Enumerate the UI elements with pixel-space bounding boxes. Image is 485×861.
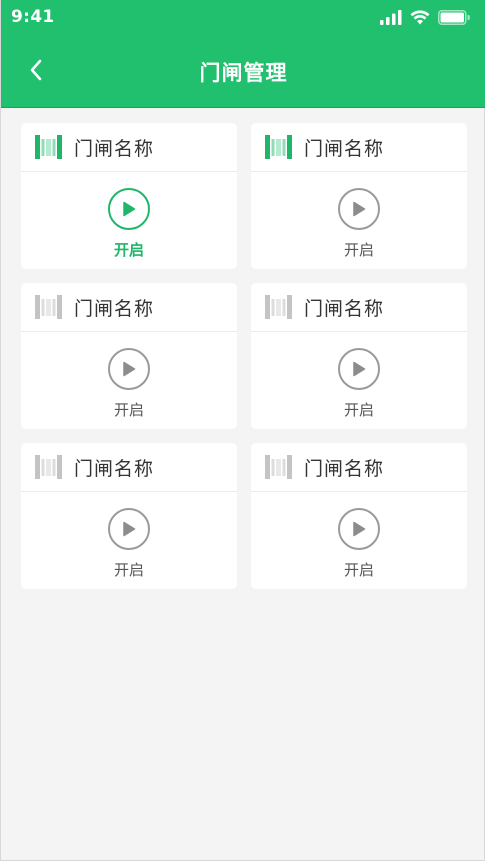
play-icon: [353, 521, 366, 537]
gate-name: 门闸名称: [74, 457, 155, 480]
play-icon: [123, 201, 136, 217]
play-icon: [353, 361, 366, 377]
play-icon: [123, 521, 136, 537]
open-gate-label[interactable]: 开启: [21, 559, 237, 580]
gate-card: 门闸名称 开启: [21, 123, 237, 269]
gate-card: 门闸名称 开启: [251, 123, 467, 269]
open-gate-button[interactable]: [338, 188, 380, 230]
gate-card: 门闸名称 开启: [21, 283, 237, 429]
gate-name: 门闸名称: [304, 457, 385, 480]
gate-name: 门闸名称: [304, 137, 385, 160]
status-icons: [380, 8, 470, 26]
app-header: 9:41 门闸管理: [1, 0, 485, 108]
gate-icon: [265, 135, 292, 159]
gate-icon: [35, 135, 62, 159]
gate-card: 门闸名称 开启: [251, 443, 467, 589]
open-gate-button[interactable]: [338, 508, 380, 550]
open-gate-button[interactable]: [338, 348, 380, 390]
open-gate-label[interactable]: 开启: [251, 559, 467, 580]
open-gate-button[interactable]: [108, 508, 150, 550]
open-gate-label[interactable]: 开启: [21, 399, 237, 420]
gate-name: 门闸名称: [74, 137, 155, 160]
play-icon: [353, 201, 366, 217]
gate-card-header: 门闸名称: [251, 443, 467, 492]
battery-icon: [438, 9, 470, 25]
gate-icon: [265, 295, 292, 319]
gate-icon: [35, 455, 62, 479]
app-screen: 9:41 门闸管理 门闸名称 开启 门闸名称 开启 门闸名称 开启 门闸名称 开…: [0, 0, 485, 861]
gate-card-body: 开启: [21, 492, 237, 589]
wifi-icon: [410, 9, 430, 24]
signal-icon: [380, 9, 402, 25]
gate-card-body: 开启: [21, 332, 237, 429]
gate-card-body: 开启: [21, 172, 237, 269]
gate-card: 门闸名称 开启: [251, 283, 467, 429]
gate-card-header: 门闸名称: [251, 283, 467, 332]
nav-bar: 门闸管理: [1, 33, 485, 108]
open-gate-label[interactable]: 开启: [251, 239, 467, 260]
gate-icon: [35, 295, 62, 319]
open-gate-label[interactable]: 开启: [21, 239, 237, 260]
gate-card-header: 门闸名称: [21, 283, 237, 332]
gate-card-header: 门闸名称: [251, 123, 467, 172]
status-time: 9:41: [11, 7, 55, 27]
play-icon: [123, 361, 136, 377]
gate-card-body: 开启: [251, 172, 467, 269]
open-gate-label[interactable]: 开启: [251, 399, 467, 420]
gate-name: 门闸名称: [304, 297, 385, 320]
status-bar: 9:41: [1, 0, 485, 33]
gate-grid: 门闸名称 开启 门闸名称 开启 门闸名称 开启 门闸名称 开启 门闸名称 开启 …: [21, 123, 467, 589]
gate-card-header: 门闸名称: [21, 123, 237, 172]
gate-icon: [265, 455, 292, 479]
gate-card-header: 门闸名称: [21, 443, 237, 492]
open-gate-button[interactable]: [108, 188, 150, 230]
gate-card-body: 开启: [251, 332, 467, 429]
page-title: 门闸管理: [199, 61, 288, 85]
gate-card: 门闸名称 开启: [21, 443, 237, 589]
gate-name: 门闸名称: [74, 297, 155, 320]
gate-card-body: 开启: [251, 492, 467, 589]
open-gate-button[interactable]: [108, 348, 150, 390]
